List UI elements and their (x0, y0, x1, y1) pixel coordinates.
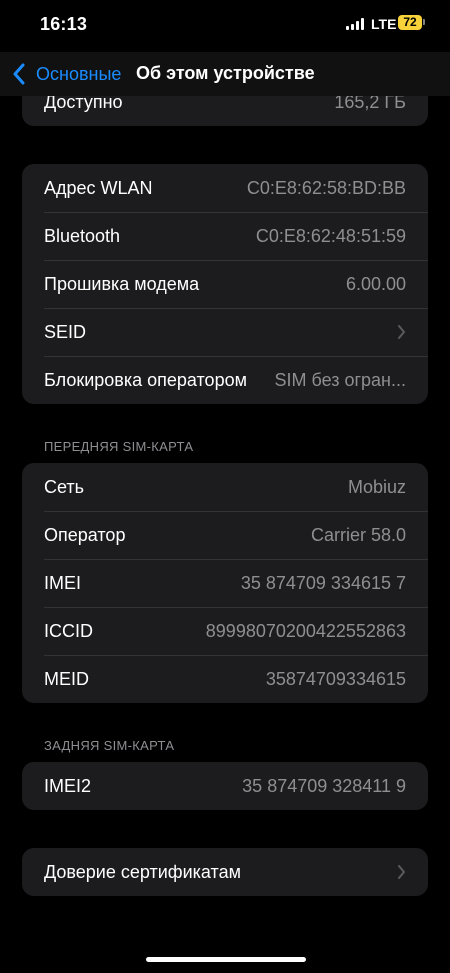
chevron-right-icon (398, 865, 405, 879)
imei2-row: IMEI2 35 874709 328411 9 (22, 762, 428, 810)
page-title: Об этом устройстве (136, 63, 315, 83)
row-label: SEID (44, 321, 87, 342)
row-label: MEID (44, 668, 89, 689)
carrier-row: Оператор Carrier 58.0 (22, 511, 428, 559)
row-value: 35 874709 334615 7 (240, 572, 406, 593)
row-value: Mobiuz (347, 476, 406, 497)
row-label: Bluetooth (44, 225, 121, 246)
row-label: Сеть (44, 476, 85, 497)
row-value: 89998070200422552863 (205, 620, 406, 641)
section-header-back-sim: ЗАДНЯЯ SIM-КАРТА (44, 738, 175, 753)
network-row: Сеть Mobiuz (22, 463, 428, 511)
back-label: Основные (36, 63, 122, 84)
back-sim-group: IMEI2 35 874709 328411 9 (22, 762, 428, 810)
cellular-signal-icon (346, 18, 366, 30)
iccid-row: ICCID 89998070200422552863 (22, 607, 428, 655)
battery-tip (423, 19, 425, 25)
modem-firmware-row: Прошивка модема 6.00.00 (22, 260, 428, 308)
row-label: Доверие сертификатам (44, 861, 241, 882)
row-label: IMEI (44, 572, 82, 593)
carrier-lock-row: Блокировка оператором SIM без огран... (22, 356, 428, 404)
seid-row[interactable]: SEID (22, 308, 428, 356)
status-bar: 16:13 LTE 72 (0, 0, 450, 48)
chevron-left-icon (13, 63, 25, 85)
row-value: SIM без огран... (274, 369, 406, 390)
wlan-address-row: Адрес WLAN C0:E8:62:58:BD:BB (22, 164, 428, 212)
back-button-overlay[interactable]: Основные (12, 52, 121, 96)
status-time: 16:13 (40, 14, 88, 34)
row-label: Оператор (44, 524, 126, 545)
available-value: 165,2 ГБ (334, 91, 406, 112)
row-value: 35 874709 328411 9 (242, 775, 406, 796)
row-value: C0:E8:62:48:51:59 (255, 225, 406, 246)
row-value: 35874709334615 (265, 668, 406, 689)
certificate-trust-row[interactable]: Доверие сертификатам (22, 848, 428, 896)
row-value: 6.00.00 (345, 273, 406, 294)
certificates-group: Доверие сертификатам (22, 848, 428, 896)
row-label: Блокировка оператором (44, 369, 247, 390)
row-value: Carrier 58.0 (310, 524, 406, 545)
row-label: IMEI2 (44, 775, 92, 796)
network-type: LTE (371, 16, 397, 32)
row-label: Прошивка модема (44, 273, 200, 294)
bluetooth-row: Bluetooth C0:E8:62:48:51:59 (22, 212, 428, 260)
row-value: C0:E8:62:58:BD:BB (246, 177, 406, 198)
section-header-front-sim: ПЕРЕДНЯЯ SIM-КАРТА (44, 439, 194, 454)
chevron-right-icon (398, 325, 405, 339)
row-label: Адрес WLAN (44, 177, 153, 198)
meid-row: MEID 35874709334615 (22, 655, 428, 703)
imei-row: IMEI 35 874709 334615 7 (22, 559, 428, 607)
network-info-group: Адрес WLAN C0:E8:62:58:BD:BB Bluetooth C… (22, 164, 428, 404)
battery-icon: 72 (398, 15, 422, 30)
row-label: ICCID (44, 620, 93, 641)
front-sim-group: Сеть Mobiuz Оператор Carrier 58.0 IMEI 3… (22, 463, 428, 703)
home-indicator[interactable] (146, 957, 306, 962)
